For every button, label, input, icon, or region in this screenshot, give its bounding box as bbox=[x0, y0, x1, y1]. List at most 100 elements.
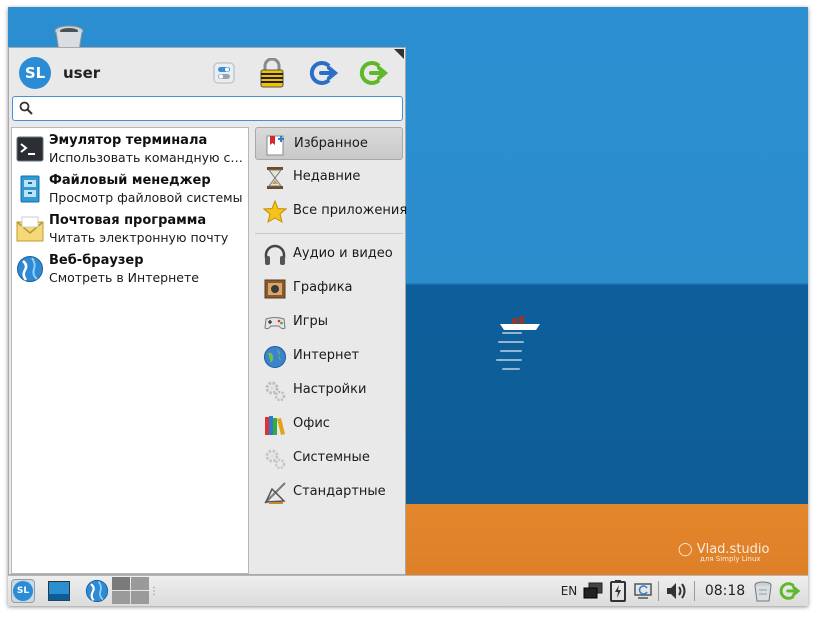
sea-reflection bbox=[500, 350, 522, 352]
sea-reflection bbox=[502, 332, 522, 334]
terminal-icon bbox=[16, 136, 44, 162]
watermark-subtitle: для Simply Linux bbox=[700, 555, 761, 563]
show-desktop-button[interactable] bbox=[46, 579, 72, 603]
category-label: Графика bbox=[293, 280, 353, 295]
workspace-switcher[interactable] bbox=[112, 577, 150, 604]
category-graphics[interactable]: Графика bbox=[255, 272, 403, 305]
display-sync-icon bbox=[634, 583, 652, 599]
category-label: Все приложения bbox=[293, 203, 408, 218]
taskbar-handle-icon[interactable]: ⋮ bbox=[149, 579, 159, 603]
vlad-studio-logo-icon: ◯ bbox=[678, 542, 693, 557]
keyboard-layout-label: EN bbox=[560, 584, 578, 598]
category-standard[interactable]: Стандартные bbox=[255, 476, 403, 509]
favorite-description: Использовать командную ст... bbox=[49, 150, 245, 165]
mail-icon bbox=[16, 216, 44, 242]
sea-reflection bbox=[502, 368, 520, 370]
favorite-description: Читать электронную почту bbox=[49, 230, 229, 245]
category-audio-video[interactable]: Аудио и видео bbox=[255, 238, 403, 271]
favorites-icon bbox=[266, 135, 284, 156]
logout-button[interactable] bbox=[309, 58, 339, 88]
favorite-title: Файловый менеджер bbox=[49, 173, 211, 188]
trash-icon bbox=[754, 581, 772, 602]
category-system[interactable]: Системные bbox=[255, 442, 403, 475]
favorite-web-browser[interactable]: Веб-браузер Смотреть в Интернете bbox=[12, 250, 248, 290]
show-desktop-icon bbox=[48, 581, 70, 601]
desktop: ◯ Vlad.studio для Simply Linux SL user Э… bbox=[8, 7, 808, 606]
sea-reflection bbox=[498, 341, 524, 343]
start-menu-label: SL bbox=[13, 581, 33, 601]
category-separator bbox=[255, 233, 403, 234]
category-label: Недавние bbox=[293, 169, 361, 184]
display-indicator[interactable] bbox=[632, 579, 654, 603]
books-icon bbox=[265, 416, 285, 435]
hourglass-icon bbox=[267, 167, 283, 189]
web-browser-icon bbox=[85, 579, 109, 603]
network-indicator[interactable] bbox=[582, 579, 604, 603]
file-manager-icon bbox=[20, 175, 40, 203]
search-input[interactable] bbox=[37, 99, 401, 120]
favorites-list: Эмулятор терминала Использовать командну… bbox=[11, 127, 249, 574]
logout-icon bbox=[309, 61, 339, 85]
settings-toggle-button[interactable] bbox=[209, 58, 239, 88]
taskbar: SL ⋮ EN 08:18 bbox=[8, 575, 808, 606]
gamepad-icon bbox=[264, 317, 286, 330]
trash-tray-button[interactable] bbox=[752, 579, 774, 603]
category-label: Системные bbox=[293, 450, 370, 465]
battery-charging-icon bbox=[610, 580, 626, 602]
category-label: Настройки bbox=[293, 382, 367, 397]
drafting-tools-icon bbox=[264, 482, 286, 504]
sea-reflection bbox=[496, 359, 522, 361]
battery-indicator[interactable] bbox=[608, 579, 628, 603]
category-recent[interactable]: Недавние bbox=[255, 161, 403, 194]
favorite-terminal[interactable]: Эмулятор терминала Использовать командну… bbox=[12, 130, 248, 170]
tray-separator bbox=[694, 581, 695, 601]
category-settings[interactable]: Настройки bbox=[255, 374, 403, 407]
headphones-icon bbox=[264, 244, 286, 265]
search-box[interactable] bbox=[12, 96, 403, 121]
shutdown-icon bbox=[359, 61, 389, 85]
taskbar-web-browser-launcher[interactable] bbox=[84, 579, 110, 603]
graphics-icon bbox=[264, 279, 286, 299]
settings-toggle-icon bbox=[213, 62, 235, 84]
wallpaper-watermark: ◯ Vlad.studio для Simply Linux bbox=[678, 542, 770, 563]
category-all-apps[interactable]: Все приложения bbox=[255, 195, 407, 228]
category-label: Офис bbox=[293, 416, 330, 431]
category-label: Интернет bbox=[293, 348, 360, 363]
username: user bbox=[63, 64, 101, 82]
shutdown-button[interactable] bbox=[359, 58, 389, 88]
gears-icon bbox=[265, 381, 286, 402]
category-games[interactable]: Игры bbox=[255, 306, 403, 339]
globe-icon bbox=[264, 346, 286, 368]
tray-shutdown-button[interactable] bbox=[778, 579, 802, 603]
web-browser-icon bbox=[17, 256, 43, 282]
search-icon bbox=[19, 101, 33, 115]
lock-screen-button[interactable] bbox=[257, 58, 287, 88]
star-icon bbox=[263, 200, 287, 224]
workspace-grid-icon bbox=[112, 577, 149, 604]
category-label: Стандартные bbox=[293, 484, 386, 499]
network-icon bbox=[583, 582, 603, 599]
category-internet[interactable]: Интернет bbox=[255, 340, 403, 373]
category-office[interactable]: Офис bbox=[255, 408, 403, 441]
avatar[interactable]: SL bbox=[19, 57, 51, 89]
clock-time: 08:18 bbox=[704, 583, 746, 599]
volume-control[interactable] bbox=[664, 579, 690, 603]
tray-separator bbox=[658, 581, 659, 601]
category-favorites[interactable]: Избранное bbox=[255, 127, 403, 160]
category-label: Игры bbox=[293, 314, 329, 329]
favorite-title: Веб-браузер bbox=[49, 253, 144, 268]
start-menu-button[interactable]: SL bbox=[10, 579, 36, 603]
favorite-title: Почтовая программа bbox=[49, 213, 207, 228]
favorite-description: Просмотр файловой системы bbox=[49, 190, 243, 205]
user-row: SL user bbox=[19, 56, 399, 90]
shutdown-icon bbox=[779, 582, 801, 600]
application-menu: SL user Эмулятор терминала Использовать … bbox=[8, 47, 407, 575]
favorite-mail[interactable]: Почтовая программа Читать электронную по… bbox=[12, 210, 248, 250]
keyboard-layout-indicator[interactable]: EN bbox=[558, 579, 580, 603]
favorite-title: Эмулятор терминала bbox=[49, 133, 208, 148]
boat-image bbox=[500, 316, 540, 330]
clock[interactable]: 08:18 bbox=[700, 579, 750, 603]
favorite-file-manager[interactable]: Файловый менеджер Просмотр файловой сист… bbox=[12, 170, 248, 210]
category-label: Избранное bbox=[294, 136, 368, 151]
system-gears-icon bbox=[265, 449, 286, 470]
